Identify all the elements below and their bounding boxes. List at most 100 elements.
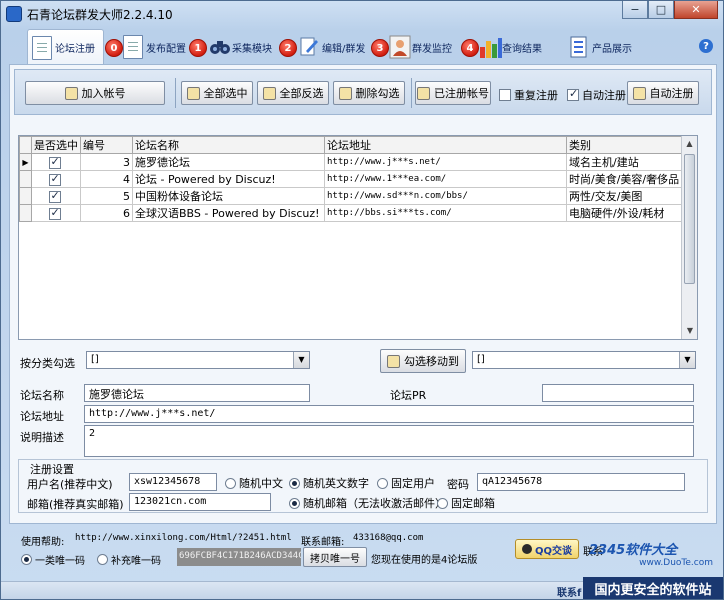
row-checkbox-cell[interactable] (31, 204, 81, 222)
repeat-checkbox-box[interactable] (499, 89, 511, 101)
forum-table[interactable]: 是否选中 编号 论坛名称 论坛地址 类别 ▶ 3 施罗德论坛 http://ww… (18, 135, 698, 340)
forum-url-field[interactable]: http://www.j***s.net/ (84, 405, 694, 423)
select-all-button[interactable]: 全部选中 (181, 81, 253, 105)
radio-label: 固定用户 (391, 477, 435, 490)
forum-pr-label: 论坛PR (390, 389, 427, 402)
forum-name-label: 论坛名称 (20, 389, 64, 402)
step-badge: 1 (189, 39, 207, 57)
machine-code-field[interactable]: 696FCBF4C171B246ACD344C7C30 (177, 548, 301, 566)
col-header-url[interactable]: 论坛地址 (324, 136, 567, 154)
row-checkbox[interactable] (48, 155, 61, 169)
random-alnum-radio[interactable]: 随机英文数字 (289, 475, 369, 491)
row-forum-url: http://www.1***ea.com/ (324, 170, 567, 188)
tab-label: 采集模块 (232, 43, 272, 55)
help-icon[interactable]: ? (699, 39, 713, 53)
select-all-icon (186, 86, 200, 100)
scroll-down-icon[interactable]: ▼ (682, 323, 697, 339)
scroll-thumb[interactable] (684, 154, 695, 284)
row-checkbox-cell[interactable] (31, 170, 81, 188)
supplement-code-radio[interactable]: 补充唯一码 (97, 552, 161, 567)
radio-dot[interactable] (97, 554, 108, 565)
forum-pr-field[interactable] (542, 384, 694, 402)
maximize-button[interactable]: □ (648, 1, 674, 19)
tab-label: 群发监控 (412, 43, 452, 55)
row-checkbox[interactable] (48, 189, 61, 203)
row-id: 5 (80, 187, 133, 205)
col-header-category[interactable]: 类别 (566, 136, 693, 154)
auto-register-button[interactable]: 自动注册 (627, 81, 699, 105)
contact-label: 联系邮箱: (301, 537, 345, 548)
col-header-checked[interactable]: 是否选中 (31, 136, 81, 154)
category-filter-select[interactable]: [] ▼ (86, 351, 310, 369)
radio-dot[interactable] (289, 497, 300, 509)
one-type-code-radio[interactable]: 一类唯一码 (21, 552, 85, 567)
registered-accounts-button[interactable]: 已注册帐号 (415, 81, 491, 105)
tab-product-showcase[interactable]: 产品展示 (569, 29, 632, 65)
password-field[interactable]: qA12345678 (477, 473, 685, 491)
chevron-down-icon[interactable]: ▼ (679, 352, 695, 368)
tab-label: 查询结果 (502, 43, 542, 55)
add-account-label: 加入帐号 (81, 87, 126, 100)
status-text: 联系f (557, 588, 582, 599)
chevron-down-icon[interactable]: ▼ (293, 352, 309, 368)
auto-register-checkbox[interactable]: 自动注册 (567, 87, 626, 103)
table-row[interactable]: 5 中国粉体设备论坛 http://www.sd***n.com/bbs/ 两性… (19, 187, 693, 205)
fixed-email-radio[interactable]: 固定邮箱 (437, 495, 495, 511)
table-row[interactable]: 4 论坛 - Powered by Discuz! http://www.1**… (19, 170, 693, 188)
main-nav: 论坛注册 0 发布配置 1 采集模块 2 编辑/群发 3 群发监控 4 查询结果… (21, 29, 721, 65)
tab-label: 产品展示 (592, 43, 632, 55)
row-indicator (19, 187, 32, 205)
scroll-up-icon[interactable]: ▲ (682, 136, 697, 152)
delete-checked-button[interactable]: 删除勾选 (333, 81, 405, 105)
delete-label: 删除勾选 (355, 87, 400, 100)
radio-dot[interactable] (289, 477, 300, 489)
step-badge: 2 (279, 39, 297, 57)
qq-label: QQ交谈 (534, 545, 572, 557)
copy-code-button[interactable]: 拷贝唯一号 (303, 547, 367, 567)
tab-query-results[interactable]: 查询结果 (479, 29, 542, 65)
radio-dot[interactable] (21, 554, 32, 565)
table-vertical-scrollbar[interactable]: ▲ ▼ (681, 136, 697, 339)
add-account-button[interactable]: 加入帐号 (25, 81, 165, 105)
step-badge: 0 (105, 39, 123, 57)
email-field[interactable]: 123021cn.com (129, 493, 271, 511)
forum-name-field[interactable]: 施罗德论坛 (84, 384, 310, 402)
minimize-button[interactable]: − (622, 1, 648, 19)
watermark-logo: 2345软件大全 www.DuoTe.com (589, 539, 719, 569)
col-header-name[interactable]: 论坛名称 (132, 136, 325, 154)
username-field[interactable]: xsw12345678 (129, 473, 217, 491)
tab-send-monitor[interactable]: 群发监控 (389, 29, 452, 65)
fixed-user-radio[interactable]: 固定用户 (377, 475, 435, 491)
random-chinese-radio[interactable]: 随机中文 (225, 475, 283, 491)
help-link[interactable]: http://www.xinxilong.com/Html/?2451.html (75, 533, 292, 543)
radio-dot[interactable] (437, 497, 448, 509)
qq-chat-button[interactable]: QQ交谈 (515, 539, 579, 559)
tab-publish-config[interactable]: 发布配置 (123, 29, 186, 65)
move-target-select[interactable]: [] ▼ (472, 351, 696, 369)
window-title: 石青论坛群发大师2.2.4.10 (27, 8, 173, 22)
radio-dot[interactable] (377, 477, 388, 489)
username-label: 用户名(推荐中文) (27, 478, 113, 491)
table-row[interactable]: ▶ 3 施罗德论坛 http://www.j***s.net/ 域名主机/建站 (19, 153, 693, 171)
description-field[interactable]: 2 (84, 425, 694, 457)
eraser-icon (338, 86, 352, 100)
row-checkbox-cell[interactable] (31, 153, 81, 171)
watermark-logo-text: 2345软件大全 (589, 543, 678, 558)
tab-forum-register[interactable]: 论坛注册 (27, 29, 104, 65)
row-checkbox-cell[interactable] (31, 187, 81, 205)
row-checkbox[interactable] (48, 172, 61, 186)
row-checkbox[interactable] (48, 206, 61, 220)
tab-collect-module[interactable]: 采集模块 (209, 29, 272, 65)
move-checked-button[interactable]: 勾选移动到 (380, 349, 466, 373)
radio-dot[interactable] (225, 477, 236, 489)
random-email-radio[interactable]: 随机邮箱（无法收激活邮件） (289, 495, 446, 511)
invert-selection-button[interactable]: 全部反选 (257, 81, 329, 105)
table-row[interactable]: 6 全球汉语BBS - Powered by Discuz! http://bb… (19, 204, 693, 222)
close-button[interactable]: ✕ (674, 1, 718, 19)
auto-checkbox-box[interactable] (567, 87, 579, 101)
separator (175, 78, 176, 108)
row-header-corner (19, 136, 32, 154)
repeat-register-checkbox[interactable]: 重复注册 (499, 87, 558, 103)
tab-edit-send[interactable]: 编辑/群发 (299, 29, 365, 65)
col-header-id[interactable]: 编号 (80, 136, 133, 154)
